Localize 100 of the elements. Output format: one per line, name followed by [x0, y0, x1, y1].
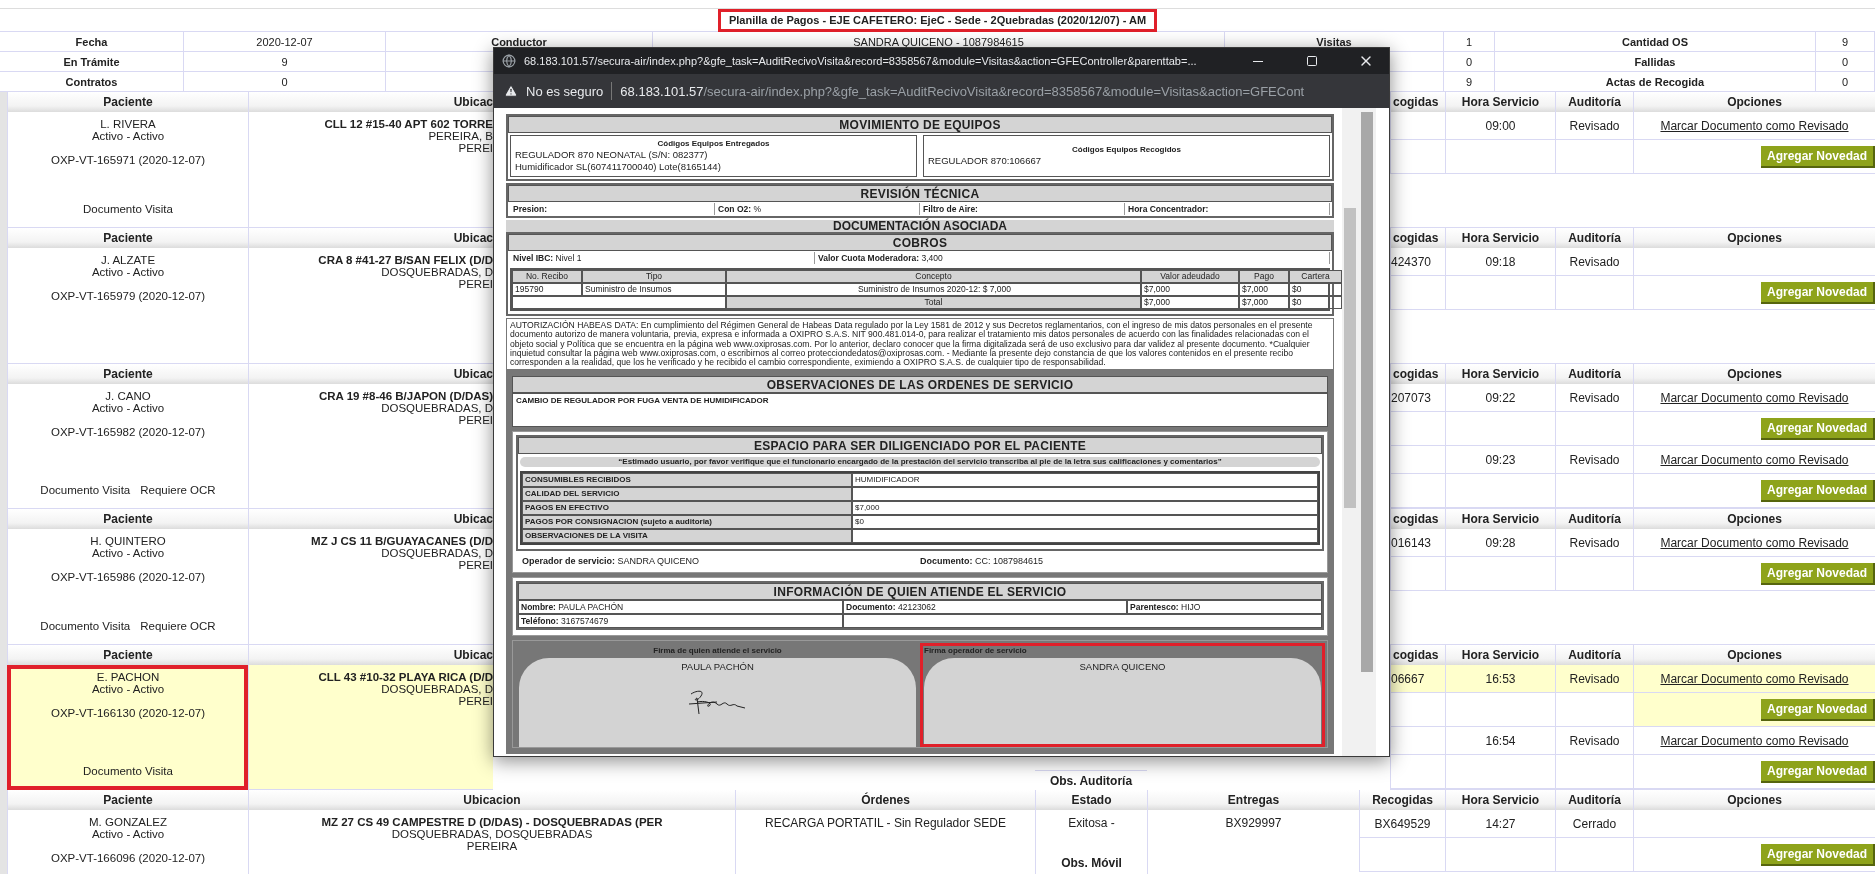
scrollbar[interactable]	[1342, 108, 1358, 756]
table-cell: 09:22	[1445, 384, 1555, 412]
column-header: cogidas	[1390, 509, 1445, 529]
column-header: Ubicac	[248, 364, 493, 384]
attendee-field: Parentesco: HIJO	[1127, 600, 1322, 615]
section-title: INFORMACIÓN DE QUIEN ATIENDE EL SERVICIO	[518, 583, 1322, 601]
table-cell: Cerrado	[1555, 810, 1633, 838]
table-cell: Revisado	[1555, 529, 1633, 557]
column-header: cogidas	[1390, 645, 1445, 665]
table-cell: 09:23	[1445, 446, 1555, 474]
summary-cell: 9	[1816, 32, 1875, 52]
column-header: Auditoría	[1555, 509, 1633, 529]
signer-name: SANDRA QUICENO	[1079, 662, 1166, 673]
section-title: REVISIÓN TÉCNICA	[508, 185, 1332, 202]
address-cell: CRA 8 #41-27 B/SAN FELIX (D/D DOSQUEBRADAS, D PEREI	[248, 248, 493, 364]
scrollbar-thumb[interactable]	[1360, 112, 1374, 672]
address-cell: CLL 43 #10-32 PLAYA RICA (D/D DOSQUEBRADAS, D PEREI	[248, 665, 493, 790]
document-link[interactable]: Documento Visita	[40, 620, 131, 632]
form-value: $0	[852, 515, 1318, 530]
table-cell: BX649529	[1359, 810, 1445, 838]
patient-name: H. QUINTERO	[90, 535, 166, 547]
column-header: Hora Servicio	[1445, 92, 1555, 112]
column-header: Ubicac	[248, 645, 493, 665]
section-title: COBROS	[508, 234, 1332, 251]
summary-cell: 2020-12-07	[184, 32, 386, 52]
table-cell: Suministro de Insumos	[582, 283, 726, 296]
table-cell: Suministro de Insumos 2020-12: $ 7,000	[726, 283, 1141, 296]
table-cell: $0	[1289, 283, 1342, 296]
document-link[interactable]: Documento Visita	[83, 765, 173, 777]
column-header: Hora Servicio	[1445, 645, 1555, 665]
summary-cell: En Trámite	[0, 52, 184, 72]
visit-code: OXP-VT-166096 (2020-12-07)	[50, 852, 206, 864]
mark-reviewed-link[interactable]: Marcar Documento como Revisado	[1660, 535, 1849, 550]
column-header: Auditoría	[1555, 92, 1633, 112]
column-header: Opciones	[1633, 228, 1875, 248]
mark-reviewed-link[interactable]: Marcar Documento como Revisado	[1660, 118, 1849, 133]
mark-reviewed-link[interactable]: Marcar Documento como Revisado	[1660, 671, 1849, 686]
column-header: Auditoría	[1555, 645, 1633, 665]
column-header: Auditoría	[1555, 790, 1633, 810]
attendee-field: Teléfono: 3167574679	[518, 614, 843, 629]
form-label: OBSERVACIONES DE LA VISITA	[522, 529, 852, 544]
address-url: 68.183.101.57/secura-air/index.php?&gfe_task=AuditRecivoVisita&record=8358567&module=Visitas&action=GFECont	[620, 83, 1305, 99]
patient-name: J. CANO	[105, 390, 151, 402]
document-field: Documento: CC: 1087984615	[920, 556, 1318, 567]
scrollbar-thumb[interactable]	[1344, 208, 1356, 508]
table-cell: 14:27	[1445, 810, 1555, 838]
table-cell: $7,000	[1239, 283, 1289, 296]
equipment-box: Códigos Equipos Recogidos REGULADOR 870:106667	[923, 135, 1330, 177]
visit-code: OXP-VT-165986 (2020-12-07)	[50, 571, 206, 583]
table-header: Tipo	[582, 270, 726, 283]
table-cell: Revisado	[1555, 665, 1633, 693]
equipment-box: Códigos Equipos Entregados REGULADOR 870 NEONATAL (S/N: 082377) Humidificador SL(607411700040) Lote(8165144)	[510, 135, 917, 177]
status-value: Exitosa -	[1068, 816, 1115, 830]
table-header: Cartera	[1289, 270, 1342, 283]
column-header: Ubicacion	[248, 790, 735, 810]
document-link[interactable]: Requiere OCR	[140, 484, 216, 496]
mark-reviewed-link[interactable]: Marcar Documento como Revisado	[1660, 452, 1849, 467]
minimize-icon	[1253, 60, 1263, 62]
form-label: CALIDAD DEL SERVICIO	[522, 487, 852, 502]
form-label: PAGOS POR CONSIGNACION (sujeto a auditoria)	[522, 515, 852, 530]
document-link[interactable]: Documento Visita	[40, 484, 131, 496]
document-link[interactable]: Documento Visita	[83, 203, 173, 215]
column-header: Auditoría	[1555, 364, 1633, 384]
table-cell: Revisado	[1555, 384, 1633, 412]
page-title: Planilla de Pagos - EJE CAFETERO: EjeC - Sede - 2Quebradas (2020/12/07) - AM	[717, 8, 1158, 32]
address-cell: CLL 12 #15-40 APT 602 TORRE PEREIRA, B PEREI	[248, 112, 493, 228]
consent-text: AUTORIZACIÓN HABEAS DATA: En cumplimiento del Régimen General de Habeas Data regulado por la Ley 1581 de 2012 y sus Decretos reglamentarios, con el ingreso de mis datos personales en el presente documento autorizo de manera voluntaria, previa, expresa e informada a OXIPRO S.A.S. NIT 900.481.014-0, para realizar el tratamiento mis datos personales de acuerdo con las finalidades relacionadas con el objeto social y Política que se encuentra en la página web www.oxiprosas.com. Por lo anterior, declaro conocer que la firma digitalizada será de uso exclusivo para dar validez al presente documento. *Cualquier inquietud consultar la página web www.oxiprosas.com, o escribirnos al correo protecciondedatos@oxiprosas.com. - Mediante la presente dejo constancia de que los valores contenidos en el presente recibo corresponden a la realidad, que los he verificado y he recibido el cambio correspondiente, eximiendo a OXIPRO S.A.S. de cualquier tipo de responsabilidad.	[506, 318, 1334, 371]
mark-reviewed-link[interactable]: Marcar Documento como Revisado	[1660, 733, 1849, 748]
column-header: Paciente	[7, 645, 248, 665]
column-header: Paciente	[7, 228, 248, 248]
column-header: Paciente	[7, 509, 248, 529]
patient-status: Activo - Activo	[91, 683, 165, 695]
column-header: cogidas	[1390, 228, 1445, 248]
signature-label: Firma operador de servicio	[924, 646, 1027, 657]
column-header: Paciente	[7, 364, 248, 384]
column-header: Auditoría	[1555, 228, 1633, 248]
column-header: Recogidas	[1359, 790, 1445, 810]
maximize-icon	[1306, 55, 1318, 67]
mark-reviewed-link[interactable]: Marcar Documento como Revisado	[1660, 390, 1849, 405]
summary-cell: 0	[1816, 52, 1875, 72]
globe-icon	[502, 54, 516, 68]
warning-icon	[504, 84, 518, 98]
summary-cell: 1	[1444, 32, 1495, 52]
document-link[interactable]: Requiere OCR	[140, 620, 216, 632]
table-header: Valor adeudado	[1141, 270, 1239, 283]
table-cell: $7,000	[1141, 283, 1239, 296]
column-header: Opciones	[1633, 92, 1875, 112]
section-title: OBSERVACIONES DE LAS ORDENES DE SERVICIO	[512, 376, 1328, 394]
scrollbar[interactable]	[1358, 108, 1376, 756]
table-cell: $7,000	[1141, 296, 1239, 309]
patient-name: L. RIVERA	[100, 118, 156, 130]
address-cell: MZ J CS 11 B/GUAYACANES (D/D DOSQUEBRADAS, D PEREI	[248, 529, 493, 645]
column-header: Estado	[1035, 790, 1147, 810]
table-cell: 09:00	[1445, 112, 1555, 140]
table-header: Pago	[1239, 270, 1289, 283]
table-cell: 195790	[512, 283, 582, 296]
visit-code: OXP-VT-166130 (2020-12-07)	[50, 707, 206, 719]
summary-cell: Cantidad OS	[1495, 32, 1816, 52]
patient-status: Activo - Activo	[91, 130, 165, 142]
patient-status: Activo - Activo	[91, 547, 165, 559]
